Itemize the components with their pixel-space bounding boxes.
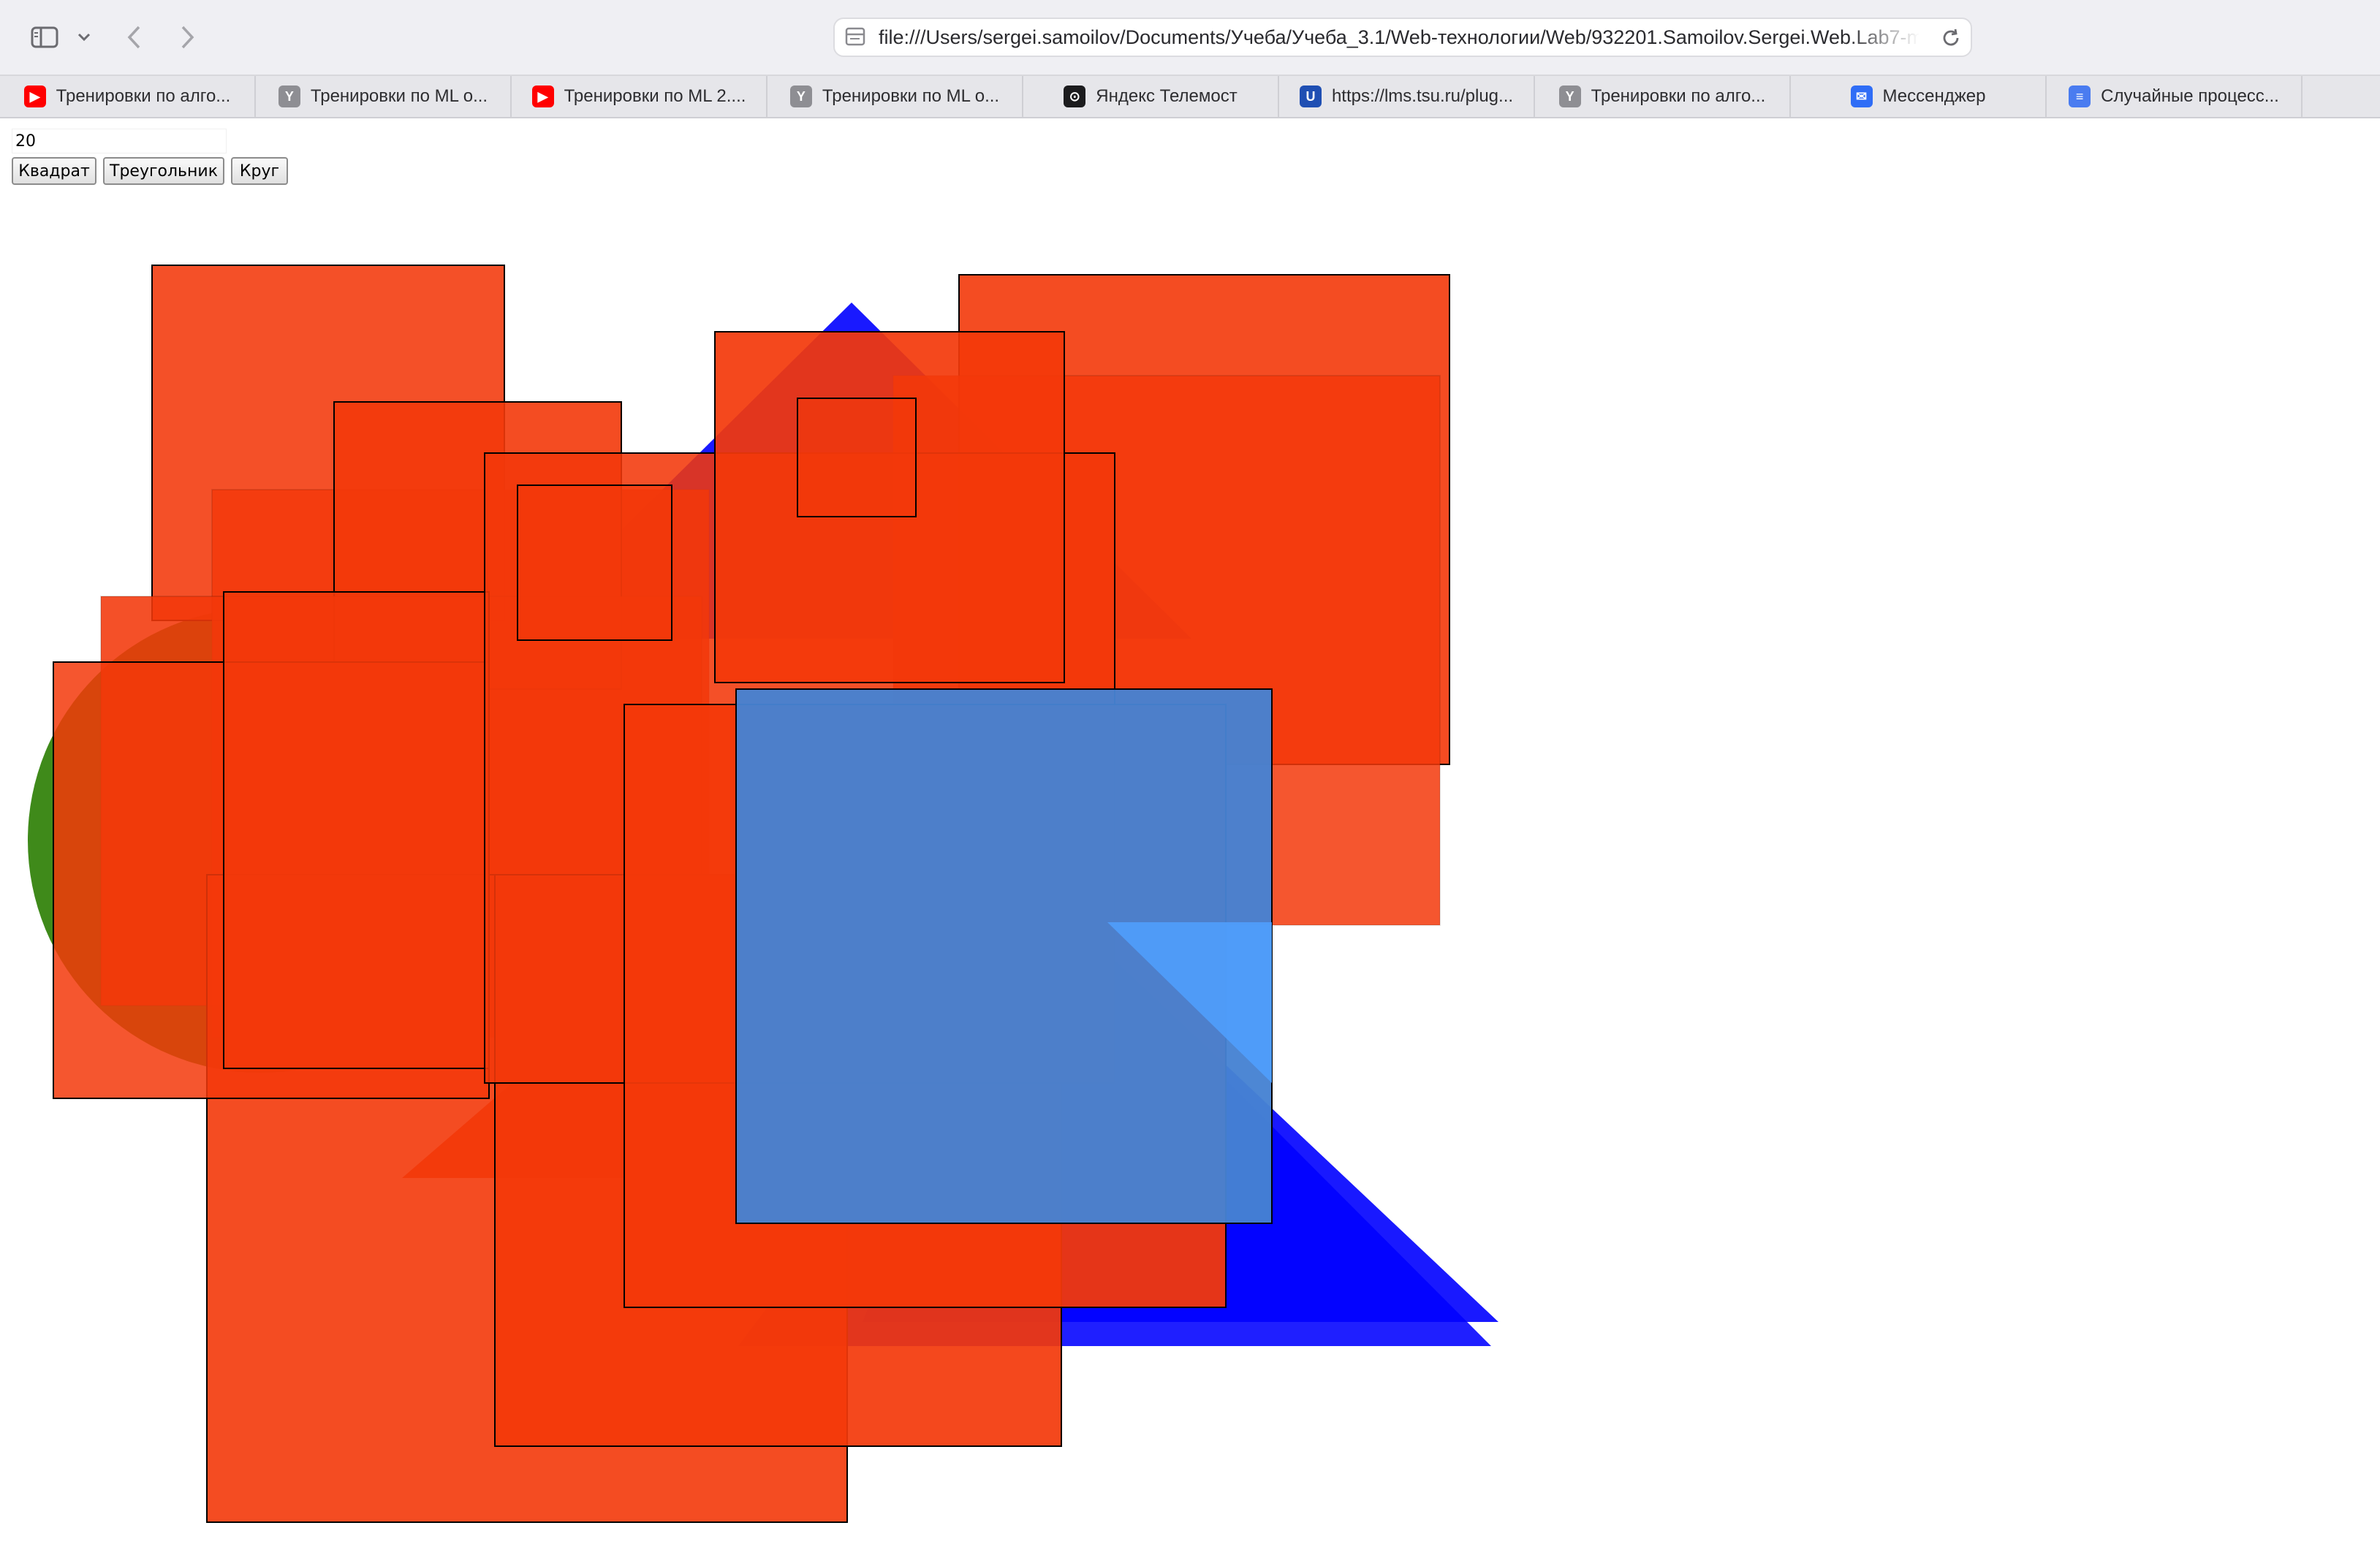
favorite-tab[interactable]: Y Тренировки по алго... bbox=[1535, 76, 1791, 117]
browser-toolbar: file:///Users/sergei.samoilov/Documents/… bbox=[0, 0, 2380, 76]
back-arrow-icon[interactable] bbox=[120, 16, 149, 58]
favorite-tab-label: Тренировки по ML 2.... bbox=[564, 86, 746, 106]
red-square[interactable] bbox=[223, 591, 490, 1069]
favorite-tab[interactable]: ≡ Случайные процесс... bbox=[2047, 76, 2303, 117]
telemost-icon: ⊙ bbox=[1064, 86, 1086, 107]
messenger-icon: ✉ bbox=[1850, 86, 1873, 107]
page-settings-icon[interactable] bbox=[845, 27, 867, 51]
favorite-tab[interactable]: ▶ Тренировки по алго... bbox=[0, 76, 256, 117]
favorite-tab-label: Тренировки по алго... bbox=[1591, 86, 1766, 106]
yandex-icon: Y bbox=[789, 86, 812, 107]
favorite-tab-label: Тренировки по алго... bbox=[56, 86, 231, 106]
youtube-icon: ▶ bbox=[23, 86, 46, 107]
favorites-bar: ▶ Тренировки по алго... Y Тренировки по ML … bbox=[0, 76, 2380, 118]
favorite-tab[interactable]: Y Тренировки по ML о... bbox=[256, 76, 512, 117]
favorite-tab-label: Случайные процесс... bbox=[2101, 86, 2279, 106]
favorite-tab-label: Тренировки по ML о... bbox=[822, 86, 1000, 106]
yandex-icon: Y bbox=[278, 86, 300, 107]
url-text[interactable]: file:///Users/sergei.samoilov/Documents/… bbox=[879, 19, 1919, 56]
tsu-icon: U bbox=[1299, 86, 1322, 107]
favorite-tab[interactable]: ⊙ Яндекс Телемост bbox=[1023, 76, 1279, 117]
address-bar[interactable]: file:///Users/sergei.samoilov/Documents/… bbox=[833, 18, 1972, 57]
yandex-icon: Y bbox=[1558, 86, 1581, 107]
docs-icon: ≡ bbox=[2069, 86, 2091, 107]
favorite-tab[interactable]: Uhttps://lms.tsu.ru/plug... bbox=[1279, 76, 1535, 117]
favorite-tab-label: Тренировки по ML о... bbox=[310, 86, 488, 106]
youtube-icon: ▶ bbox=[531, 86, 554, 107]
favorite-tab[interactable]: Gлі bbox=[2303, 76, 2380, 117]
favorite-tab[interactable]: ▶ Тренировки по ML 2.... bbox=[512, 76, 768, 117]
favorite-tab-label: Мессенджер bbox=[1882, 86, 1986, 106]
page-content: Квадрат Треугольник Круг bbox=[0, 118, 2380, 1558]
red-square[interactable] bbox=[517, 484, 672, 641]
forward-arrow-icon[interactable] bbox=[173, 16, 202, 58]
favorite-tab[interactable]: Y Тренировки по ML о... bbox=[768, 76, 1023, 117]
sidebar-toggle-icon[interactable] bbox=[26, 16, 63, 58]
favorite-tab[interactable]: ✉ Мессенджер bbox=[1791, 76, 2047, 117]
red-square[interactable] bbox=[797, 398, 917, 517]
favorite-tab-label: Яндекс Телемост bbox=[1096, 86, 1238, 106]
reload-icon[interactable] bbox=[1940, 27, 1962, 53]
drawing-area bbox=[28, 265, 1498, 1523]
chevron-down-icon[interactable] bbox=[73, 16, 95, 58]
favorite-tab-label: https://lms.tsu.ru/plug... bbox=[1331, 86, 1514, 106]
